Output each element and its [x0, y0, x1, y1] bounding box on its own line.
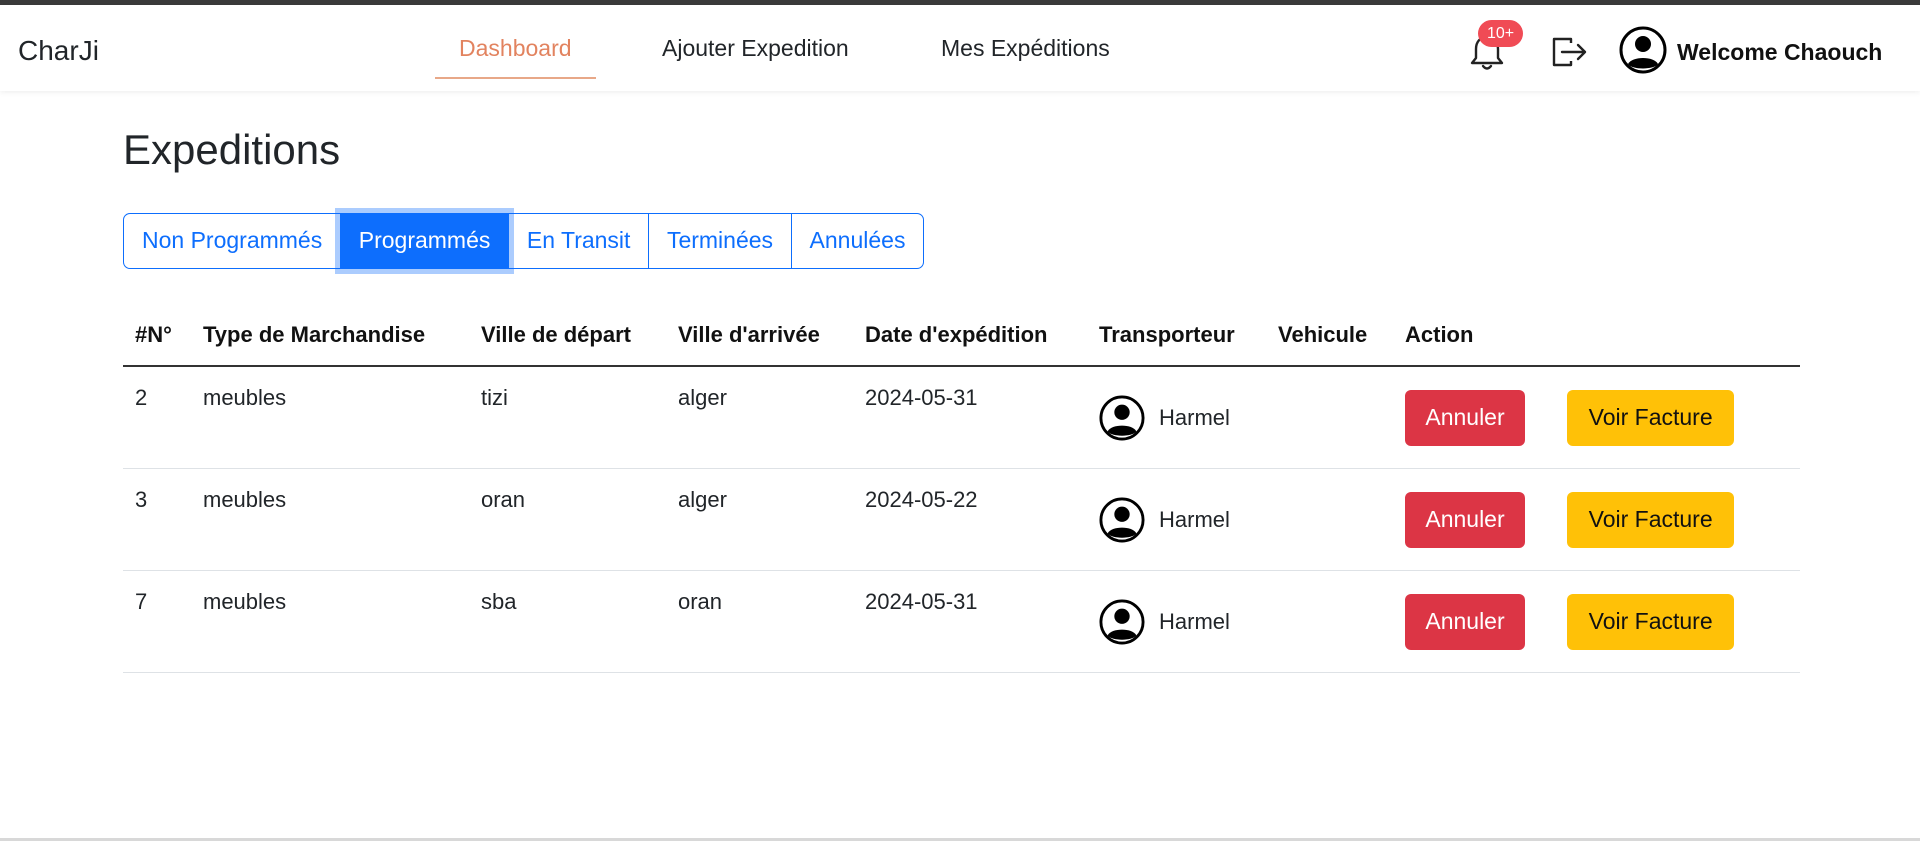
voir-facture-button[interactable]: Voir Facture	[1567, 389, 1735, 446]
tab-non-programmes[interactable]: Non Programmés	[123, 213, 342, 269]
cell-num: 3	[123, 468, 191, 571]
voir-facture-button[interactable]: Voir Facture	[1567, 593, 1735, 650]
carrier: Harmel	[1099, 394, 1254, 441]
nav-link-mes-expeditions[interactable]: Mes Expéditions	[917, 5, 1134, 77]
carrier: Harmel	[1099, 598, 1254, 645]
cell-arrivee: alger	[666, 366, 853, 469]
cell-num: 2	[123, 366, 191, 469]
table-row: 7 meubles sba oran 2024-05-31 Harmel Ann…	[123, 570, 1800, 673]
nav-link-ajouter-expedition[interactable]: Ajouter Expedition	[638, 5, 873, 77]
carrier-name: Harmel	[1159, 506, 1230, 532]
cell-transporteur: Harmel	[1087, 366, 1266, 469]
user-avatar-icon[interactable]	[1619, 26, 1667, 74]
cell-depart: tizi	[469, 366, 666, 469]
tab-programmes[interactable]: Programmés	[339, 213, 510, 269]
cell-date: 2024-05-31	[853, 366, 1087, 469]
cell-transporteur: Harmel	[1087, 468, 1266, 571]
carrier-name: Harmel	[1159, 608, 1230, 634]
header-depart: Ville de départ	[469, 305, 666, 367]
logout-icon[interactable]	[1551, 35, 1589, 69]
cell-type: meubles	[191, 468, 469, 571]
cell-date: 2024-05-31	[853, 570, 1087, 673]
cell-action: Annuler Voir Facture	[1393, 570, 1800, 673]
cell-action: Annuler Voir Facture	[1393, 366, 1800, 469]
user-circle-icon	[1099, 598, 1145, 645]
table-header-row: #N° Type de Marchandise Ville de départ …	[123, 305, 1800, 367]
status-tabs: Non Programmés Programmés En Transit Ter…	[123, 213, 925, 269]
header-arrivee: Ville d'arrivée	[666, 305, 853, 367]
cell-arrivee: alger	[666, 468, 853, 571]
header-date: Date d'expédition	[853, 305, 1087, 367]
header-transporteur: Transporteur	[1087, 305, 1266, 367]
tab-terminees[interactable]: Terminées	[647, 213, 793, 269]
annuler-button[interactable]: Annuler	[1405, 389, 1525, 446]
cell-transporteur: Harmel	[1087, 570, 1266, 673]
page-title: Expeditions	[123, 126, 341, 173]
annuler-button[interactable]: Annuler	[1405, 491, 1525, 548]
user-circle-icon	[1099, 496, 1145, 543]
user-circle-icon	[1099, 394, 1145, 441]
expeditions-table: #N° Type de Marchandise Ville de départ …	[123, 305, 1800, 673]
cell-action: Annuler Voir Facture	[1393, 468, 1800, 571]
tab-annulees[interactable]: Annulées	[790, 213, 925, 269]
cell-depart: sba	[469, 570, 666, 673]
annuler-button[interactable]: Annuler	[1405, 593, 1525, 650]
cell-arrivee: oran	[666, 570, 853, 673]
expeditions-table-container: #N° Type de Marchandise Ville de départ …	[123, 305, 1800, 673]
notification-badge[interactable]: 10+	[1478, 20, 1524, 47]
cell-vehicule	[1266, 468, 1393, 571]
cell-depart: oran	[469, 468, 666, 571]
voir-facture-button[interactable]: Voir Facture	[1567, 491, 1735, 548]
brand-logo[interactable]: CharJi	[18, 35, 99, 67]
cell-date: 2024-05-22	[853, 468, 1087, 571]
header-num: #N°	[123, 305, 191, 367]
table-row: 2 meubles tizi alger 2024-05-31 Harmel A…	[123, 366, 1800, 469]
table-row: 3 meubles oran alger 2024-05-22 Harmel A…	[123, 468, 1800, 571]
carrier-name: Harmel	[1159, 404, 1230, 430]
cell-num: 7	[123, 570, 191, 673]
cell-vehicule	[1266, 570, 1393, 673]
welcome-user-text: Welcome Chaouch	[1677, 39, 1883, 65]
top-navbar: CharJi Dashboard Ajouter Expedition Mes …	[0, 5, 1920, 91]
header-type: Type de Marchandise	[191, 305, 469, 367]
cell-vehicule	[1266, 366, 1393, 469]
cell-type: meubles	[191, 366, 469, 469]
carrier: Harmel	[1099, 496, 1254, 543]
header-vehicule: Vehicule	[1266, 305, 1393, 367]
cell-type: meubles	[191, 570, 469, 673]
header-action: Action	[1393, 305, 1800, 367]
nav-link-dashboard[interactable]: Dashboard	[435, 5, 596, 79]
tab-en-transit[interactable]: En Transit	[507, 213, 650, 269]
